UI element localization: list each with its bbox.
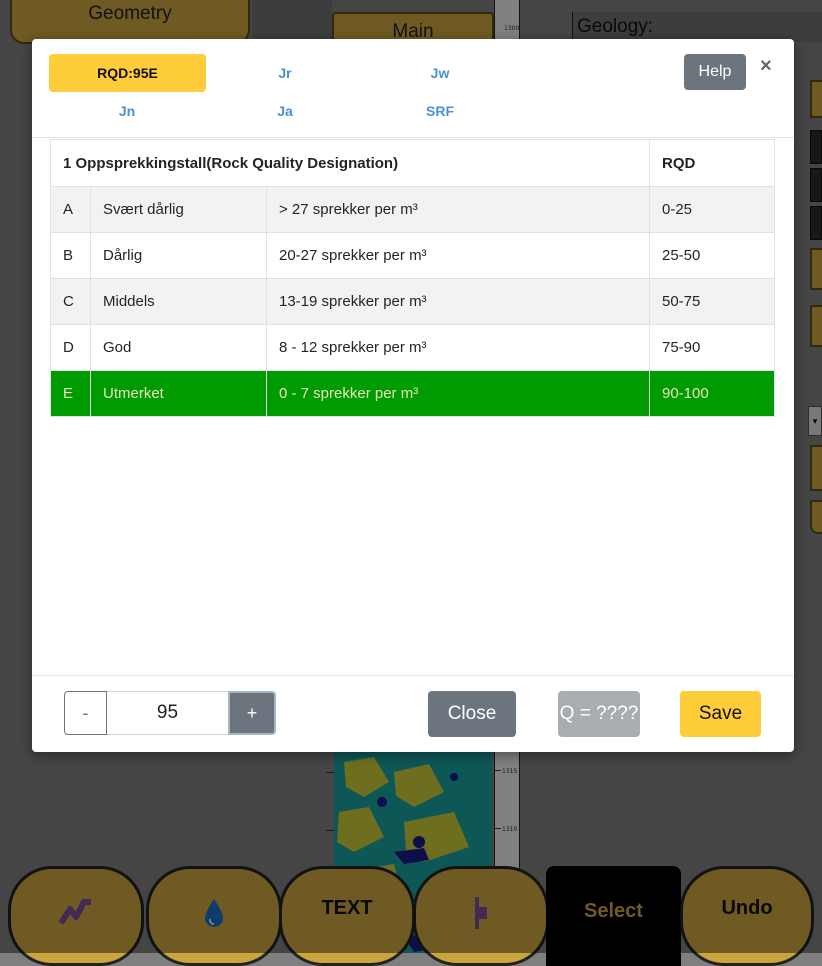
rqd-column-header: RQD [649,139,775,187]
row-description: 8 - 12 sprekker per m³ [266,324,650,371]
table-row[interactable]: C Middels 13-19 sprekker per m³ 50-75 [50,278,775,325]
footer-divider [32,675,794,676]
tab-rqd[interactable]: RQD:95E [49,54,206,92]
row-name: Dårlig [90,232,267,279]
row-rqd: 75-90 [649,324,775,371]
row-description: 0 - 7 sprekker per m³ [266,370,650,417]
table-row-selected[interactable]: E Utmerket 0 - 7 sprekker per m³ 90-100 [50,370,775,417]
rqd-table: 1 Oppsprekkingstall(Rock Quality Designa… [50,139,775,417]
increment-button[interactable]: + [228,691,276,735]
row-code: C [50,278,91,325]
row-rqd: 0-25 [649,186,775,233]
tab-jr[interactable]: Jr [260,54,310,92]
tab-ja[interactable]: Ja [260,92,310,130]
close-icon[interactable]: × [760,55,772,78]
row-description: 20-27 sprekker per m³ [266,232,650,279]
table-row[interactable]: D God 8 - 12 sprekker per m³ 75-90 [50,324,775,371]
tab-jn[interactable]: Jn [102,92,152,130]
row-name: Svært dårlig [90,186,267,233]
tab-jw[interactable]: Jw [415,54,465,92]
row-name: Middels [90,278,267,325]
save-button[interactable]: Save [680,691,761,737]
rqd-dialog: RQD:95E Jr Jw Jn Ja SRF Help × 1 Oppspre… [32,39,794,752]
row-name: Utmerket [90,370,267,417]
decrement-button[interactable]: - [64,691,107,735]
row-name: God [90,324,267,371]
row-description: 13-19 sprekker per m³ [266,278,650,325]
q-value-button[interactable]: Q = ???? [558,691,640,737]
row-rqd: 25-50 [649,232,775,279]
row-code: E [50,370,91,417]
table-row[interactable]: B Dårlig 20-27 sprekker per m³ 25-50 [50,232,775,279]
row-description: > 27 sprekker per m³ [266,186,650,233]
row-code: B [50,232,91,279]
row-code: D [50,324,91,371]
table-title: 1 Oppsprekkingstall(Rock Quality Designa… [50,139,650,187]
rqd-value-input[interactable]: 95 [107,691,228,735]
tab-srf[interactable]: SRF [415,92,465,130]
row-rqd: 50-75 [649,278,775,325]
row-code: A [50,186,91,233]
row-rqd: 90-100 [649,370,775,417]
table-header-row: 1 Oppsprekkingstall(Rock Quality Designa… [50,139,775,187]
close-button[interactable]: Close [428,691,516,737]
help-button[interactable]: Help [684,54,746,90]
table-row[interactable]: A Svært dårlig > 27 sprekker per m³ 0-25 [50,186,775,233]
dialog-header: RQD:95E Jr Jw Jn Ja SRF Help × [32,39,794,138]
